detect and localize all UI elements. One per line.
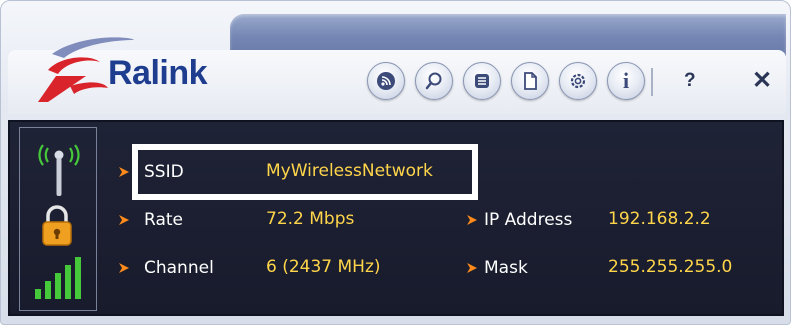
rss-button[interactable] xyxy=(367,62,405,100)
rate-value: 72.2 Mbps xyxy=(266,209,355,229)
toolbar-separator xyxy=(651,68,653,96)
rate-label: Rate xyxy=(144,210,183,230)
search-button[interactable] xyxy=(415,62,453,100)
close-button[interactable]: ✕ xyxy=(752,66,772,95)
ip-address-value: 192.168.2.2 xyxy=(608,209,711,229)
document-icon xyxy=(524,72,537,90)
document-button[interactable] xyxy=(511,62,549,100)
list-button[interactable] xyxy=(463,62,501,100)
mask-value: 255.255.255.0 xyxy=(608,257,733,277)
search-icon xyxy=(425,72,442,90)
bullet-arrow-icon xyxy=(467,215,477,225)
gear-icon xyxy=(570,73,586,89)
mask-row: Mask xyxy=(466,253,528,283)
settings-button[interactable] xyxy=(559,62,597,100)
bullet-arrow-icon xyxy=(119,263,129,273)
info-button[interactable]: i xyxy=(607,62,645,100)
list-icon xyxy=(475,74,489,88)
help-button[interactable]: ? xyxy=(684,70,696,92)
antenna-icon xyxy=(38,144,80,196)
ssid-highlight-box xyxy=(132,144,478,200)
ip-address-row: IP Address xyxy=(466,205,572,235)
ip-address-label: IP Address xyxy=(484,210,573,230)
rss-icon xyxy=(377,72,395,90)
channel-label: Channel xyxy=(144,258,214,278)
bullet-arrow-icon xyxy=(119,215,129,225)
info-icon: i xyxy=(622,68,630,93)
rate-row: Rate xyxy=(118,205,183,235)
bullet-arrow-icon xyxy=(119,167,129,177)
channel-value: 6 (2437 MHz) xyxy=(266,257,381,277)
channel-row: Channel xyxy=(118,253,214,283)
signal-bars-icon xyxy=(35,257,81,299)
app-logo-text: Ralink xyxy=(108,54,208,92)
mask-label: Mask xyxy=(484,258,528,278)
lock-icon xyxy=(42,205,72,246)
bullet-arrow-icon xyxy=(467,263,477,273)
